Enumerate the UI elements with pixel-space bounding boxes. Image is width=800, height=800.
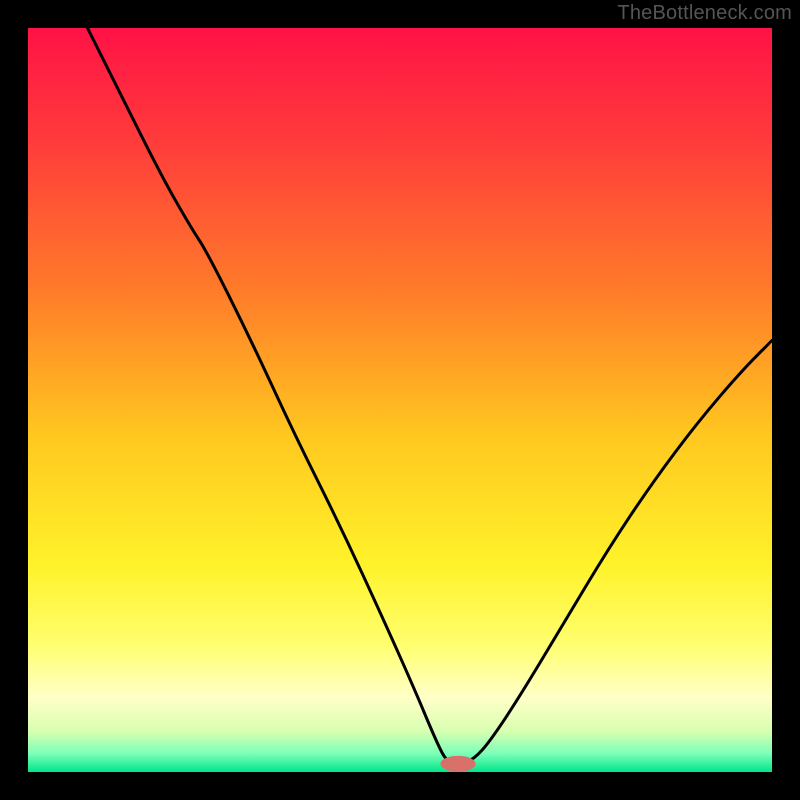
chart-svg: [28, 28, 772, 772]
watermark-text: TheBottleneck.com: [617, 2, 792, 25]
gradient-background: [28, 28, 772, 772]
plot-area: [28, 28, 772, 772]
optimal-point-marker: [441, 756, 475, 771]
chart-frame: TheBottleneck.com: [0, 0, 800, 800]
